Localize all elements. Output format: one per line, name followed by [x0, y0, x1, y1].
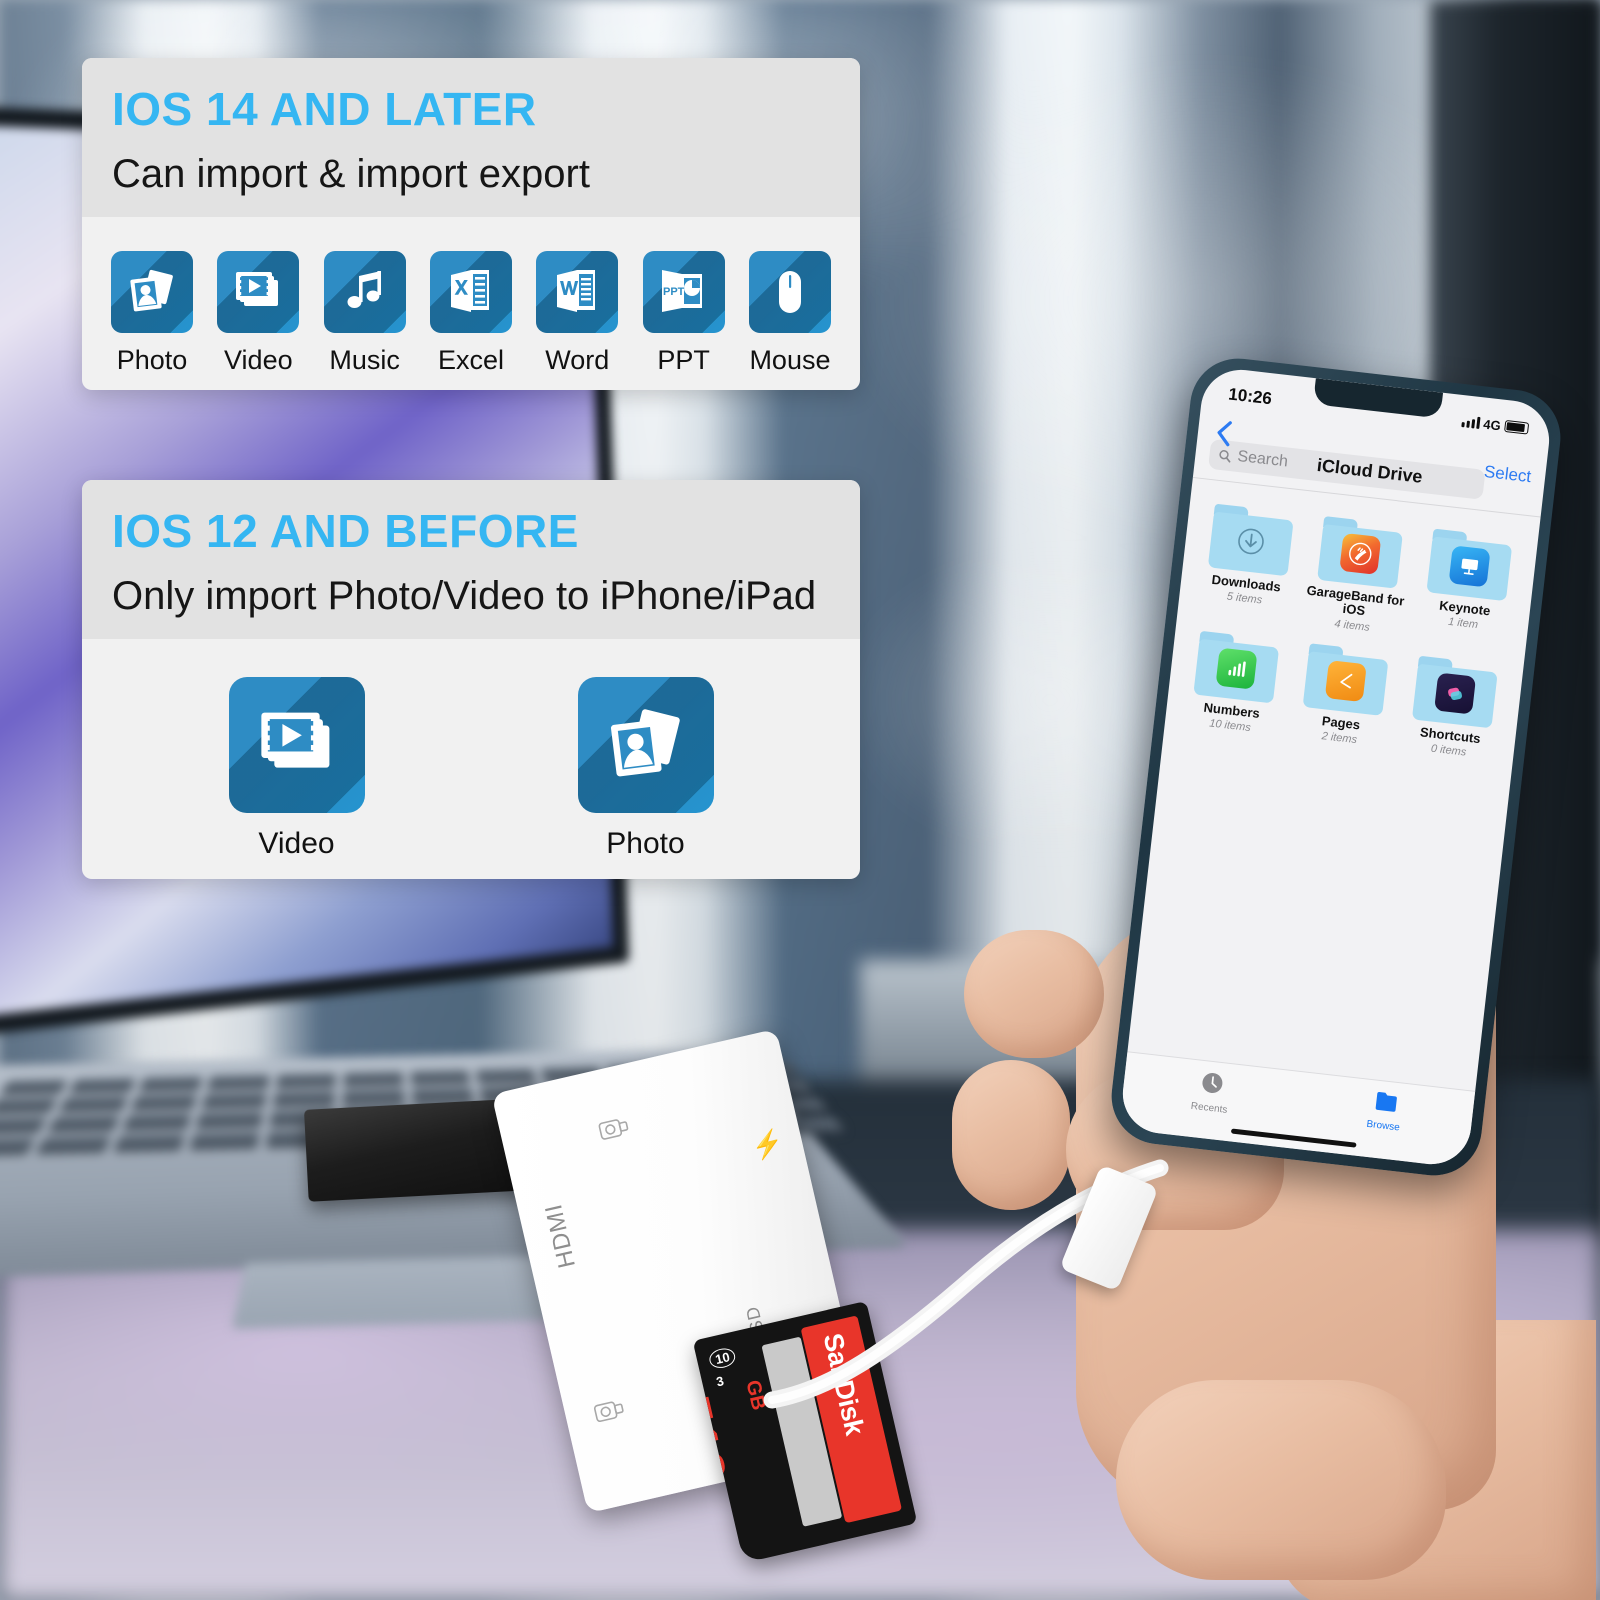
feature-label: Video [258, 826, 335, 860]
ppt-icon: PPT [642, 250, 725, 333]
page-title: IOS 14 AND LATER [112, 83, 537, 135]
list-item-count: 5 items [1226, 590, 1263, 607]
svg-text:PPT: PPT [663, 286, 685, 298]
numbers-icon [1215, 647, 1258, 690]
list-item-count: 0 items [1430, 742, 1467, 759]
mouse-icon [748, 250, 831, 333]
list-item[interactable]: Keynote 1 item [1406, 527, 1528, 650]
list-item[interactable]: Pages 2 items [1284, 641, 1404, 750]
tab-recents[interactable]: Recents [1121, 1061, 1300, 1124]
panel-ios12-and-before: IOS 12 AND BEFORE Only import Photo/Vide… [82, 480, 860, 879]
excel-icon [429, 250, 512, 333]
feature-label: Mouse [749, 344, 831, 375]
feature-icon-row: Photo Video Music Excel Word PPT PPT Mou… [82, 217, 860, 390]
pages-icon [1324, 659, 1367, 702]
feature-photo: Photo [104, 250, 200, 376]
laptop-trackpad [231, 1255, 581, 1329]
home-indicator [1230, 1128, 1357, 1148]
folder-icon [1302, 642, 1390, 716]
camera-port-icon [591, 1394, 631, 1432]
page-title: IOS 12 AND BEFORE [112, 505, 579, 557]
word-icon [536, 250, 619, 333]
list-item-count: 1 item [1447, 616, 1479, 632]
feature-label: Video [224, 344, 293, 375]
hdmi-label: HDMI [539, 1200, 581, 1271]
keynote-icon [1448, 545, 1491, 588]
tab-browse[interactable]: Browse [1296, 1081, 1475, 1142]
feature-music: Music [317, 250, 413, 376]
feature-ppt: PPT PPT [636, 250, 732, 376]
folder-grid: Downloads 5 items GarageBand for iOS 4 i… [1165, 489, 1540, 764]
folder-icon [1426, 528, 1513, 602]
finger-index [964, 930, 1104, 1058]
back-chevron-icon[interactable] [1214, 419, 1233, 452]
feature-label: Excel [437, 344, 504, 375]
feature-video: Video [228, 676, 365, 861]
list-item-count: 2 items [1320, 730, 1358, 747]
feature-video: Video [210, 250, 306, 376]
feature-excel: Excel [423, 250, 519, 376]
garageband-icon [1339, 532, 1382, 575]
photo-icon [111, 250, 193, 333]
list-item-label: Downloads [1210, 571, 1282, 595]
music-icon [323, 250, 406, 333]
panel-subtitle: Can import & import export [112, 151, 590, 196]
sd-speed-class: 10 [707, 1345, 738, 1371]
feature-label: Word [545, 344, 610, 375]
phone-screen: 10:26 4G iCloud Drive Search Select Down… [1118, 365, 1554, 1169]
folder-icon [1207, 503, 1295, 577]
network-label: 4G [1482, 416, 1502, 433]
feature-photo: Photo [577, 676, 714, 861]
signal-bars-icon [1460, 415, 1481, 429]
panel-header: IOS 14 AND LATER Can import & import exp… [82, 58, 860, 217]
feature-label: PPT [657, 344, 710, 375]
photo-icon [577, 676, 714, 813]
feature-icon-row: Video Photo [82, 639, 860, 879]
video-icon [228, 676, 365, 813]
list-item-label: Keynote [1438, 597, 1492, 619]
list-item-label: Shortcuts [1419, 723, 1482, 746]
status-time: 10:26 [1227, 384, 1273, 409]
list-item[interactable]: Shortcuts 0 items [1393, 654, 1513, 763]
feature-label: Photo [606, 826, 685, 860]
panel-subtitle: Only import Photo/Video to iPhone/iPad [112, 573, 817, 618]
lower-fingers [1116, 1380, 1446, 1580]
list-item[interactable]: Downloads 5 items [1188, 502, 1310, 625]
feature-mouse: Mouse [742, 250, 838, 376]
video-icon [217, 250, 300, 333]
camera-port-icon [596, 1112, 636, 1150]
feature-word: Word [529, 250, 625, 376]
panel-ios14-and-later: IOS 14 AND LATER Can import & import exp… [82, 58, 860, 390]
list-item-count: 10 items [1208, 717, 1252, 734]
tab-label: Recents [1190, 1100, 1228, 1116]
folder-icon [1372, 1090, 1399, 1120]
list-item-count: 4 items [1333, 617, 1371, 634]
sd-uhs-class: 3 [714, 1373, 726, 1390]
tab-label: Browse [1365, 1118, 1401, 1134]
shortcuts-icon [1434, 672, 1477, 715]
feature-label: Photo [116, 344, 188, 375]
list-item-label: Pages [1321, 712, 1361, 733]
panel-header: IOS 12 AND BEFORE Only import Photo/Vide… [82, 480, 860, 639]
clock-icon [1198, 1070, 1225, 1102]
feature-label: Music [329, 344, 400, 375]
list-item[interactable]: GarageBand for iOS 4 items [1297, 514, 1419, 637]
list-item-label: GarageBand for iOS [1305, 582, 1406, 619]
battery-icon [1504, 419, 1530, 435]
list-item[interactable]: Numbers 10 items [1175, 629, 1295, 738]
folder-icon [1317, 516, 1404, 589]
download-arrow-icon [1230, 520, 1272, 562]
folder-icon [1193, 630, 1280, 704]
folder-icon [1411, 655, 1499, 728]
